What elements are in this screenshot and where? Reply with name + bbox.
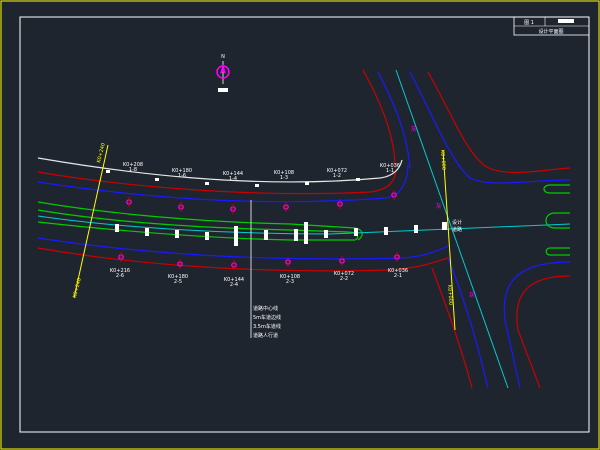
bottom-stake-number: 2-5 [174, 279, 182, 285]
cross-road [362, 69, 571, 389]
bottom-stake-number: 2-2 [340, 276, 348, 282]
cad-drawing: 图 1 设计平面图 N K0+240 K0+240 K0+000 K0+000 … [0, 0, 600, 450]
bottom-stake-number: 2-3 [286, 279, 294, 285]
title-block: 图 1 设计平面图 [513, 16, 590, 36]
legend-item-3: 3.5m车道线 [253, 323, 281, 330]
bottom-stake-number: 2-6 [116, 273, 124, 279]
top-stake-number: 1-1 [386, 168, 394, 174]
top-stake-number: 1-6 [178, 173, 186, 179]
north-arrow-icon: N [216, 54, 230, 92]
intersection-mark-3: 灰 [469, 291, 475, 299]
cross-blue-right [409, 71, 571, 184]
cross-red-right [427, 71, 571, 174]
cross-lower-red-right [516, 275, 571, 389]
bottom-stake-number: 2-4 [230, 282, 238, 288]
right-boundary-bottom-label: K0+000 [446, 285, 453, 306]
intersection-label: 设计 [452, 219, 462, 226]
legend-item-2: 5m车道边线 [253, 314, 281, 321]
lower-lane-line [37, 237, 451, 260]
left-boundary-bottom-label: K0+240 [72, 277, 83, 298]
cross-lower-blue-right [503, 261, 571, 389]
top-stake-number: 1-4 [229, 176, 237, 182]
top-stake-number: 1-2 [333, 173, 341, 179]
legend-item-4: 道路人行道 [253, 332, 278, 339]
right-boundary-top-label: K0+000 [439, 150, 446, 171]
bottom-stake-number: 2-1 [394, 273, 402, 279]
top-stake-number: 1-3 [280, 175, 288, 181]
upper-road-edge [37, 171, 397, 195]
legend: 道路中心线 5m车道边线 3.5m车道线 道路人行道 [253, 305, 281, 339]
intersection-mark-2: 灰 [436, 202, 442, 210]
intersection-sub: 道路 [452, 226, 462, 233]
north-label: N [221, 54, 225, 60]
legend-item-1: 道路中心线 [253, 305, 278, 312]
cross-red-left [362, 69, 396, 169]
upper-sidewalk-line [37, 157, 403, 183]
main-road [37, 157, 571, 272]
left-boundary-top-label: K0+240 [96, 142, 107, 163]
title-cell-1: 图 1 [524, 20, 534, 26]
cross-lower-blue-left [447, 257, 489, 389]
top-stake-number: 1-8 [129, 167, 137, 173]
lower-road-edge [37, 247, 449, 272]
title-cell-3: 设计平面图 [538, 28, 563, 35]
intersection-mark-1: 灰 [411, 125, 417, 133]
